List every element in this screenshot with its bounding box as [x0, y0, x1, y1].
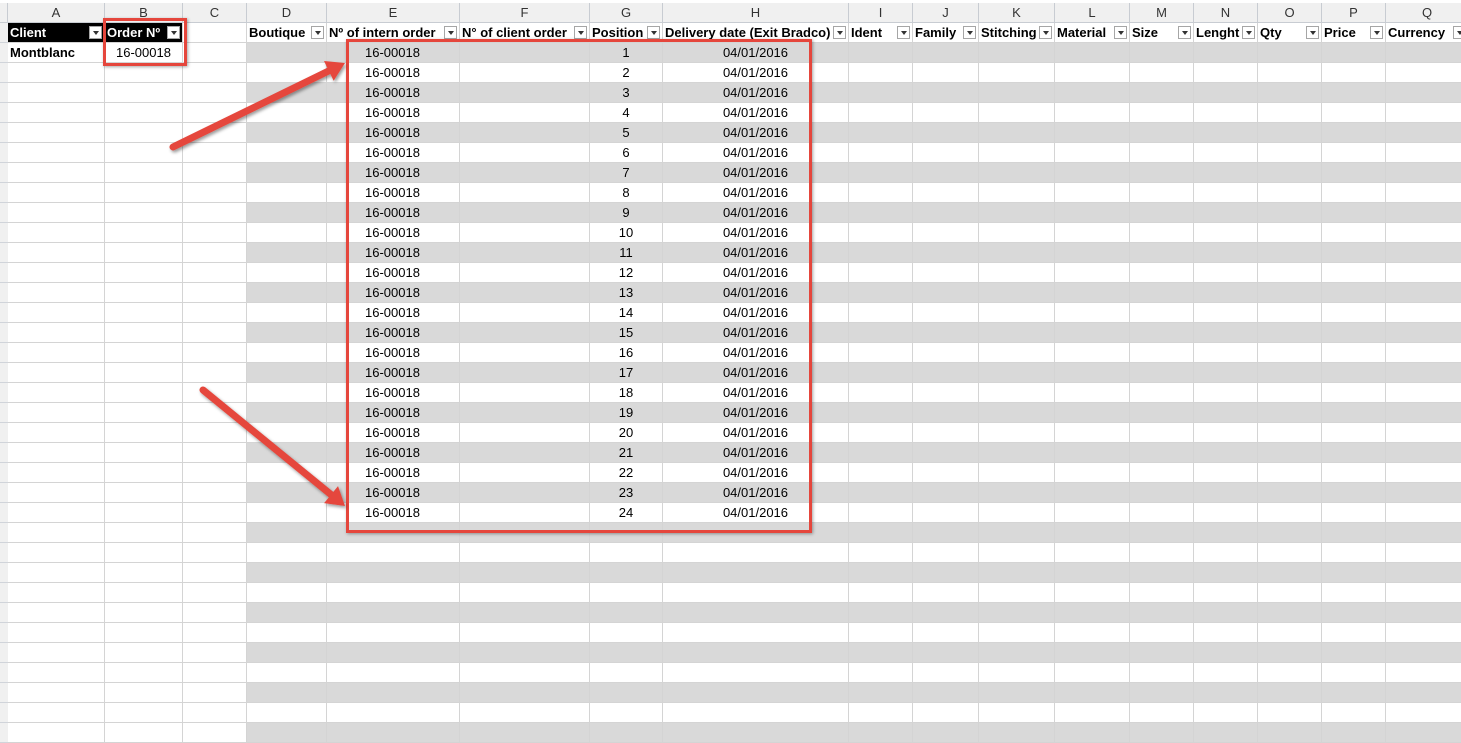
spreadsheet: A B C D E F G H I J K L M N O P Q Client Order Nº Montblanc…: [0, 0, 1461, 743]
annotation-arrows: [169, 61, 345, 506]
arrow-to-first-row-icon: [169, 61, 345, 151]
arrow-to-last-row-icon: [199, 386, 345, 506]
